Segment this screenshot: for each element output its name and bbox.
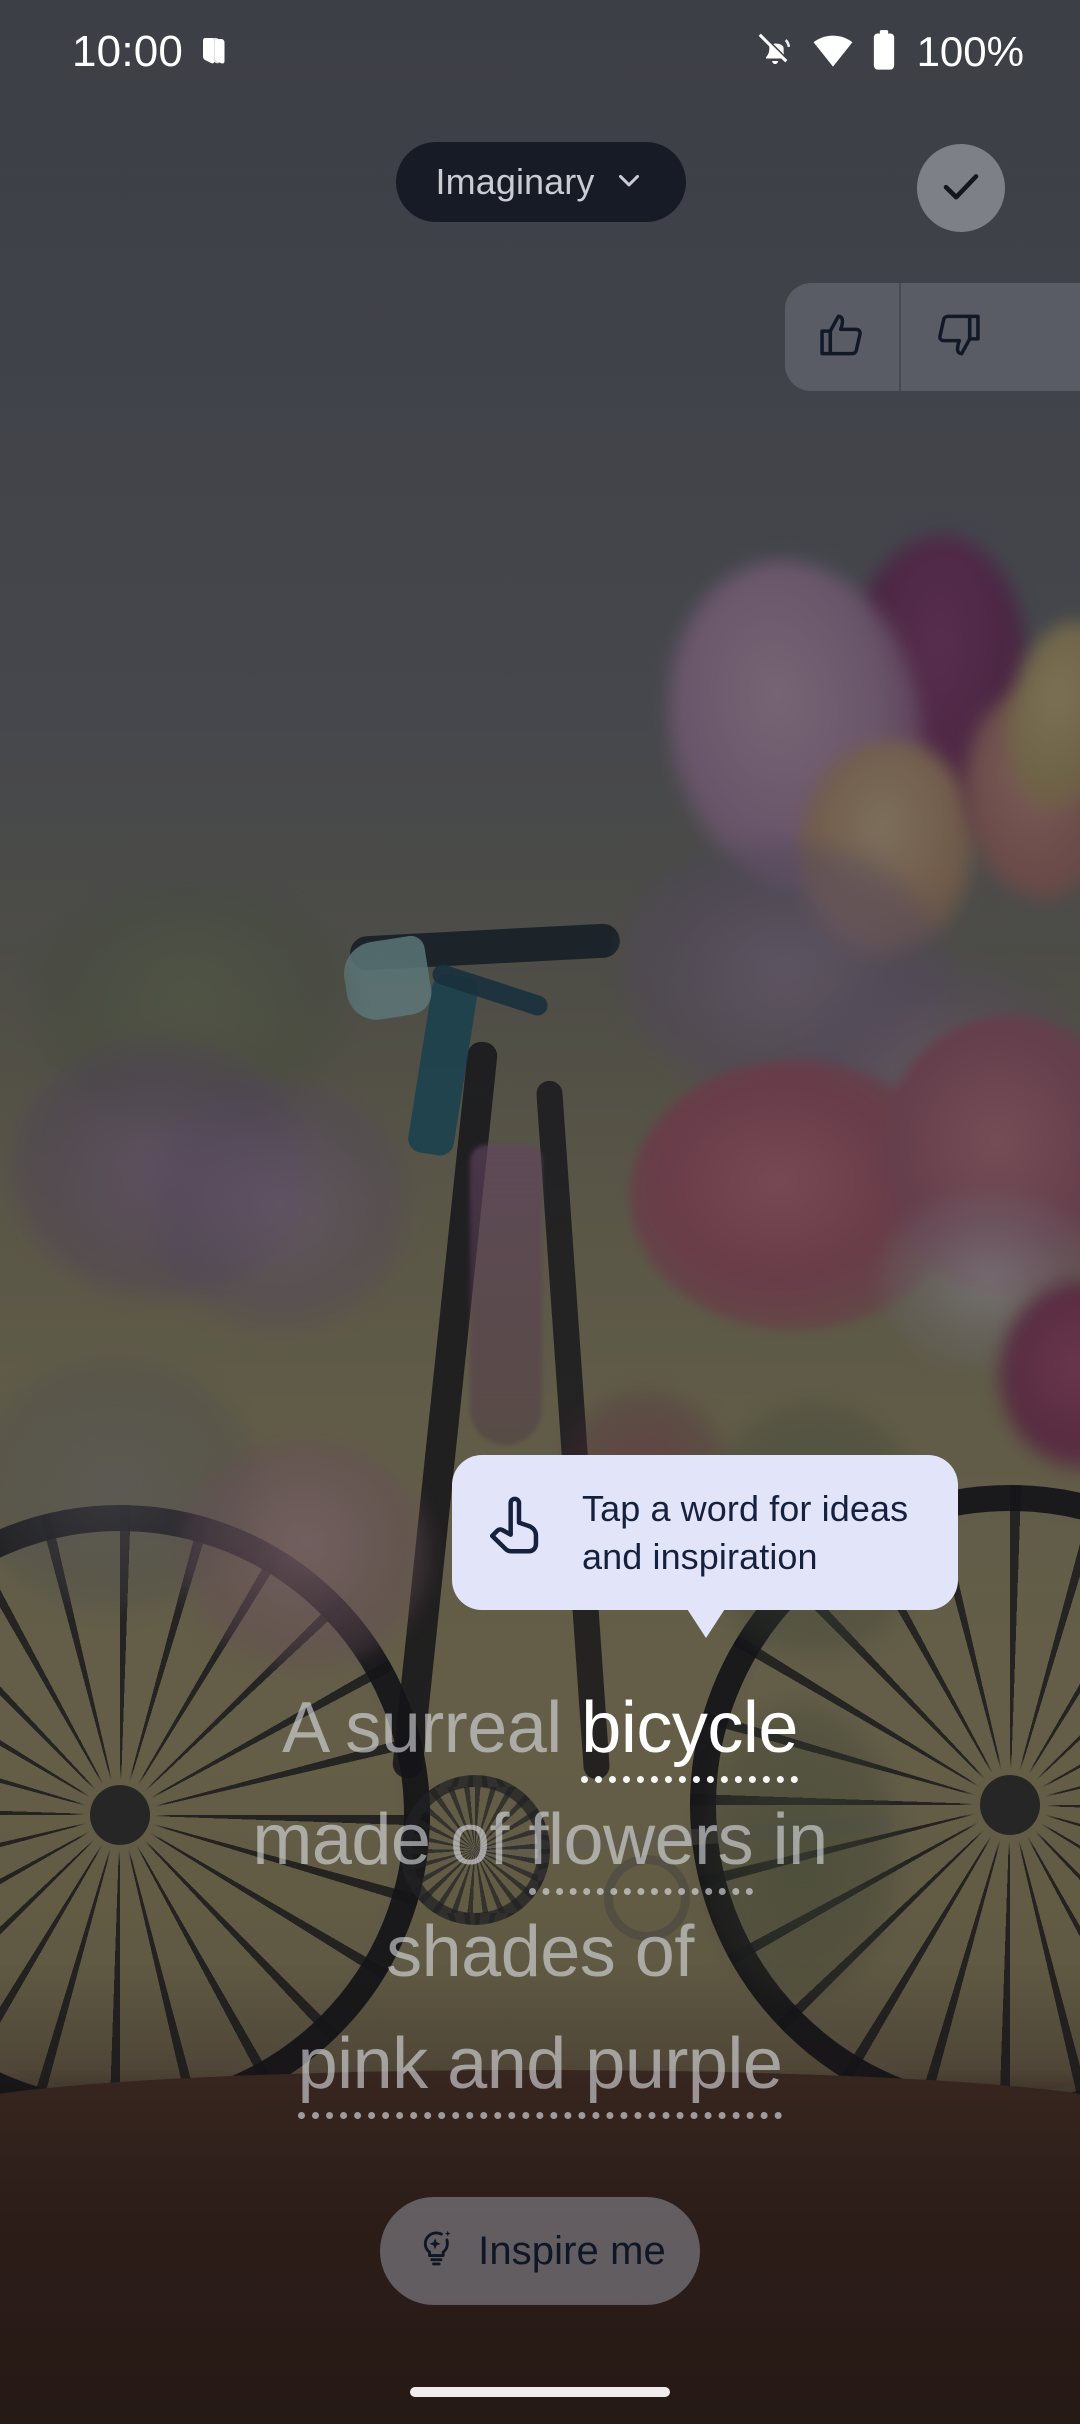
lightbulb-sparkle-icon [414,2226,460,2277]
status-bar: 10:00 100% [0,0,1080,104]
prompt-word-editable[interactable]: bicycle [581,1688,798,1783]
chevron-down-icon [612,163,646,202]
prompt-line: A surreal bicycle [60,1672,1020,1784]
prompt-line: made of flowers in [60,1784,1020,1896]
prompt-word: shades of [386,1912,694,1992]
status-bar-left: 10:00 [72,30,227,74]
thumb-up-icon [816,309,868,366]
check-icon [937,162,985,215]
home-indicator[interactable] [410,2387,670,2397]
notifications-muted-icon [755,30,795,75]
tooltip-line-1: Tap a word for ideas [582,1488,909,1529]
tap-finger-icon [482,1493,556,1572]
app-notification-icon [201,35,227,70]
prompt-line: shades of [60,1896,1020,2008]
battery-percentage-label: 100% [916,28,1024,75]
prompt-word: made of [252,1800,529,1880]
thumbs-up-button[interactable] [785,283,899,391]
phone-screen: 10:00 100% Imaginary Tap a word for idea… [0,0,1080,2424]
prompt-word-editable[interactable]: pink and purple [297,2024,783,2119]
prompt-word-editable[interactable]: flowers [528,1800,754,1895]
prompt-word: in [753,1800,829,1880]
battery-full-icon [871,29,897,76]
status-bar-right: 100% [755,29,1024,76]
inspire-me-label: Inspire me [478,2228,666,2273]
feedback-button-group [785,283,1080,391]
confirm-button[interactable] [917,144,1005,232]
model-selector-chip[interactable]: Imaginary [396,142,686,222]
tooltip-pointer-tail [680,1598,732,1638]
status-bar-clock: 10:00 [72,27,184,76]
tooltip-text-block: Tap a word for ideas and inspiration [582,1485,908,1580]
prompt-text[interactable]: A surreal bicycle made of flowers in shade… [0,1672,1080,2120]
wifi-icon [812,29,854,76]
prompt-line: pink and purple [60,2008,1020,2120]
tooltip-line-2: and inspiration [582,1535,818,1577]
model-selector-label: Imaginary [435,161,595,202]
inspire-me-button[interactable]: Inspire me [380,2197,700,2305]
thumbs-down-button[interactable] [901,283,1015,391]
tap-a-word-tooltip[interactable]: Tap a word for ideas and inspiration [452,1455,958,1611]
prompt-word: A surreal [282,1688,582,1768]
thumb-down-icon [932,309,984,366]
